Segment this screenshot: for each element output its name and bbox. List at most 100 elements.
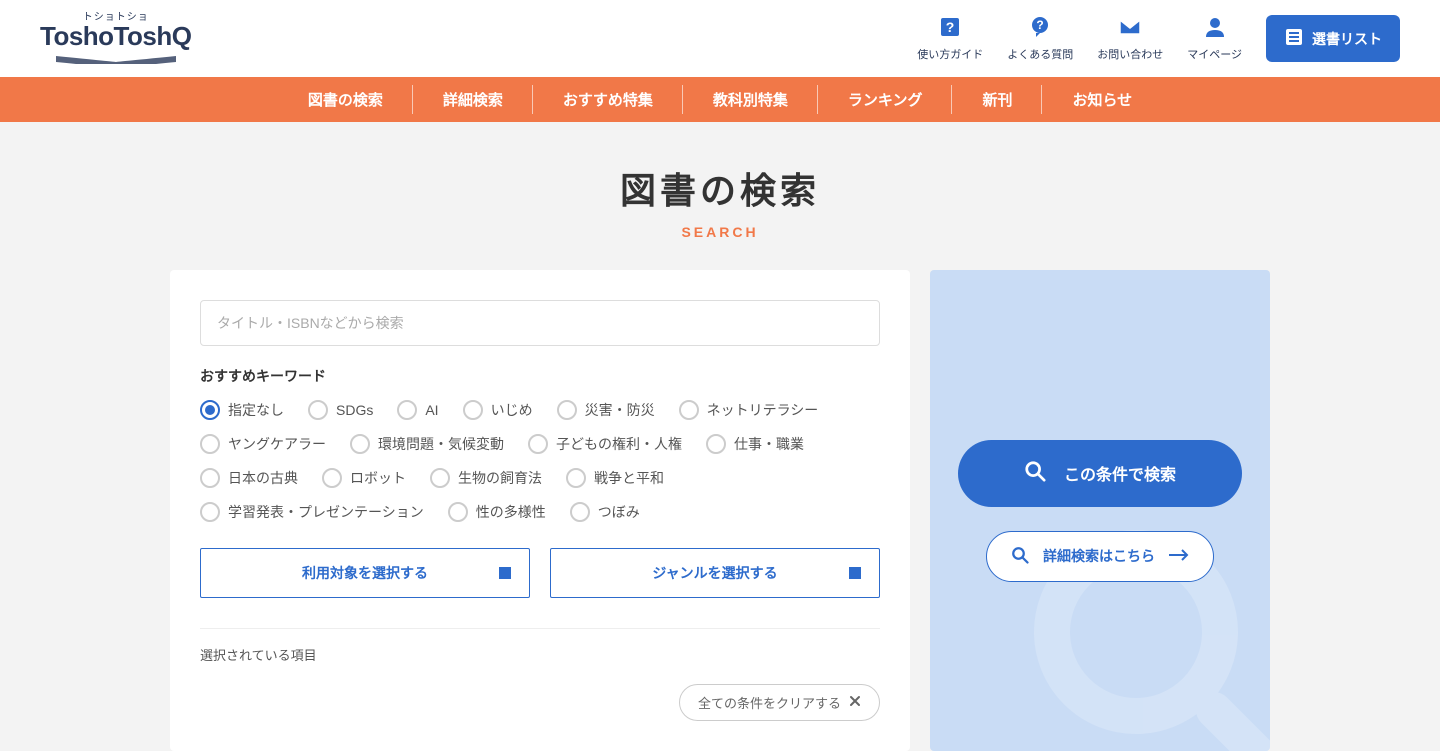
keyword-option[interactable]: 戦争と平和 [566, 468, 664, 488]
keyword-option[interactable]: いじめ [463, 400, 533, 420]
radio-icon [566, 468, 586, 488]
keyword-label: 学習発表・プレゼンテーション [228, 502, 424, 522]
user-icon [1203, 15, 1227, 42]
keyword-option[interactable]: 子どもの権利・人権 [528, 434, 682, 454]
nav-label: よくある質問 [1007, 46, 1073, 62]
booklist-button[interactable]: 選書リスト [1266, 15, 1400, 62]
keyword-label: 環境問題・気候変動 [378, 434, 504, 454]
mainnav-subject[interactable]: 教科別特集 [683, 77, 818, 122]
radio-icon [679, 400, 699, 420]
keyword-label: 生物の飼育法 [458, 468, 542, 488]
search-submit-button[interactable]: この条件で検索 [958, 440, 1242, 507]
keyword-list: 指定なし SDGs AI いじめ 災害・防災 ネットリテラシーヤングケアラー 環境問題・気候… [200, 400, 880, 522]
radio-icon [200, 502, 220, 522]
search-icon [1011, 546, 1029, 567]
advanced-link-label: 詳細検索はこちら [1043, 546, 1155, 566]
mainnav-news[interactable]: お知らせ [1042, 77, 1162, 122]
header: トショトショ ToshoToshQ ? 使い方ガイド ? よくある質問 お問い合… [0, 0, 1440, 77]
select-audience-label: 利用対象を選択する [302, 563, 428, 583]
nav-label: マイページ [1187, 46, 1242, 62]
radio-icon [430, 468, 450, 488]
search-cta-label: この条件で検索 [1064, 461, 1176, 485]
keyword-option[interactable]: 指定なし [200, 400, 284, 420]
select-genre-label: ジャンルを選択する [652, 563, 777, 583]
logo-text: ToshoToshQ [40, 23, 191, 49]
keyword-label: 子どもの権利・人権 [556, 434, 682, 454]
mainnav-newbooks[interactable]: 新刊 [952, 77, 1042, 122]
select-genre-button[interactable]: ジャンルを選択する [550, 548, 880, 598]
search-icon [1024, 460, 1046, 487]
nav-usage-guide[interactable]: ? 使い方ガイド [917, 15, 983, 62]
search-input[interactable] [200, 300, 880, 346]
search-form-card: おすすめキーワード 指定なし SDGs AI いじめ 災害・防災 ネットリテラシーヤングケ… [170, 270, 910, 751]
radio-icon [200, 468, 220, 488]
divider [200, 628, 880, 629]
keyword-option[interactable]: 環境問題・気候変動 [350, 434, 504, 454]
keyword-label: 日本の古典 [228, 468, 298, 488]
radio-icon [308, 400, 328, 420]
radio-icon [706, 434, 726, 454]
search-action-pane: この条件で検索 詳細検索はこちら [930, 270, 1270, 751]
mainnav-featured[interactable]: おすすめ特集 [533, 77, 683, 122]
keyword-option[interactable]: 日本の古典 [200, 468, 298, 488]
keyword-label: 仕事・職業 [734, 434, 804, 454]
header-nav: ? 使い方ガイド ? よくある質問 お問い合わせ マイページ 選 [917, 15, 1400, 62]
keyword-option[interactable]: 生物の飼育法 [430, 468, 542, 488]
nav-label: 使い方ガイド [917, 46, 983, 62]
advanced-search-link[interactable]: 詳細検索はこちら [986, 531, 1214, 582]
clear-all-label: 全ての条件をクリアする [698, 693, 841, 712]
radio-icon [200, 434, 220, 454]
keyword-option[interactable]: SDGs [308, 400, 373, 420]
svg-text:?: ? [1037, 18, 1044, 32]
recommended-keywords-label: おすすめキーワード [200, 366, 880, 386]
site-logo[interactable]: トショトショ ToshoToshQ [40, 8, 191, 69]
keyword-option[interactable]: 性の多様性 [448, 502, 546, 522]
keyword-label: 指定なし [228, 400, 284, 420]
selected-items-label: 選択されている項目 [200, 645, 880, 664]
radio-icon [397, 400, 417, 420]
nav-label: お問い合わせ [1097, 46, 1163, 62]
keyword-label: ヤングケアラー [228, 434, 326, 454]
close-icon [849, 695, 861, 710]
select-audience-button[interactable]: 利用対象を選択する [200, 548, 530, 598]
mainnav-search[interactable]: 図書の検索 [278, 77, 413, 122]
keyword-option[interactable]: 災害・防災 [557, 400, 655, 420]
question-bubble-icon: ? [1028, 15, 1052, 42]
keyword-label: SDGs [336, 402, 373, 418]
keyword-option[interactable]: 学習発表・プレゼンテーション [200, 502, 424, 522]
svg-text:?: ? [946, 19, 955, 35]
radio-icon [463, 400, 483, 420]
mainnav-advanced[interactable]: 詳細検索 [413, 77, 533, 122]
square-icon [849, 567, 861, 579]
square-icon [499, 567, 511, 579]
keyword-label: ロボット [350, 468, 406, 488]
mainnav-ranking[interactable]: ランキング [818, 77, 953, 122]
keyword-option[interactable]: ネットリテラシー [679, 400, 819, 420]
keyword-label: 性の多様性 [476, 502, 546, 522]
radio-icon [528, 434, 548, 454]
keyword-option[interactable]: 仕事・職業 [706, 434, 804, 454]
radio-icon [350, 434, 370, 454]
list-icon [1284, 27, 1304, 50]
radio-icon [322, 468, 342, 488]
page-subtitle: SEARCH [0, 224, 1440, 240]
keyword-label: 戦争と平和 [594, 468, 664, 488]
book-icon [51, 51, 181, 69]
radio-icon [570, 502, 590, 522]
nav-faq[interactable]: ? よくある質問 [1007, 15, 1073, 62]
clear-all-button[interactable]: 全ての条件をクリアする [679, 684, 880, 721]
page-title-block: 図書の検索 SEARCH [0, 122, 1440, 270]
keyword-option[interactable]: AI [397, 400, 438, 420]
keyword-option[interactable]: ロボット [322, 468, 406, 488]
booklist-label: 選書リスト [1312, 29, 1382, 49]
keyword-label: ネットリテラシー [707, 400, 819, 420]
radio-icon [448, 502, 468, 522]
keyword-option[interactable]: つぼみ [570, 502, 640, 522]
nav-contact[interactable]: お問い合わせ [1097, 15, 1163, 62]
keyword-label: つぼみ [598, 502, 640, 522]
nav-mypage[interactable]: マイページ [1187, 15, 1242, 62]
main-nav: 図書の検索 詳細検索 おすすめ特集 教科別特集 ランキング 新刊 お知らせ [0, 77, 1440, 122]
keyword-option[interactable]: ヤングケアラー [200, 434, 326, 454]
radio-icon [200, 400, 220, 420]
keyword-label: 災害・防災 [585, 400, 655, 420]
